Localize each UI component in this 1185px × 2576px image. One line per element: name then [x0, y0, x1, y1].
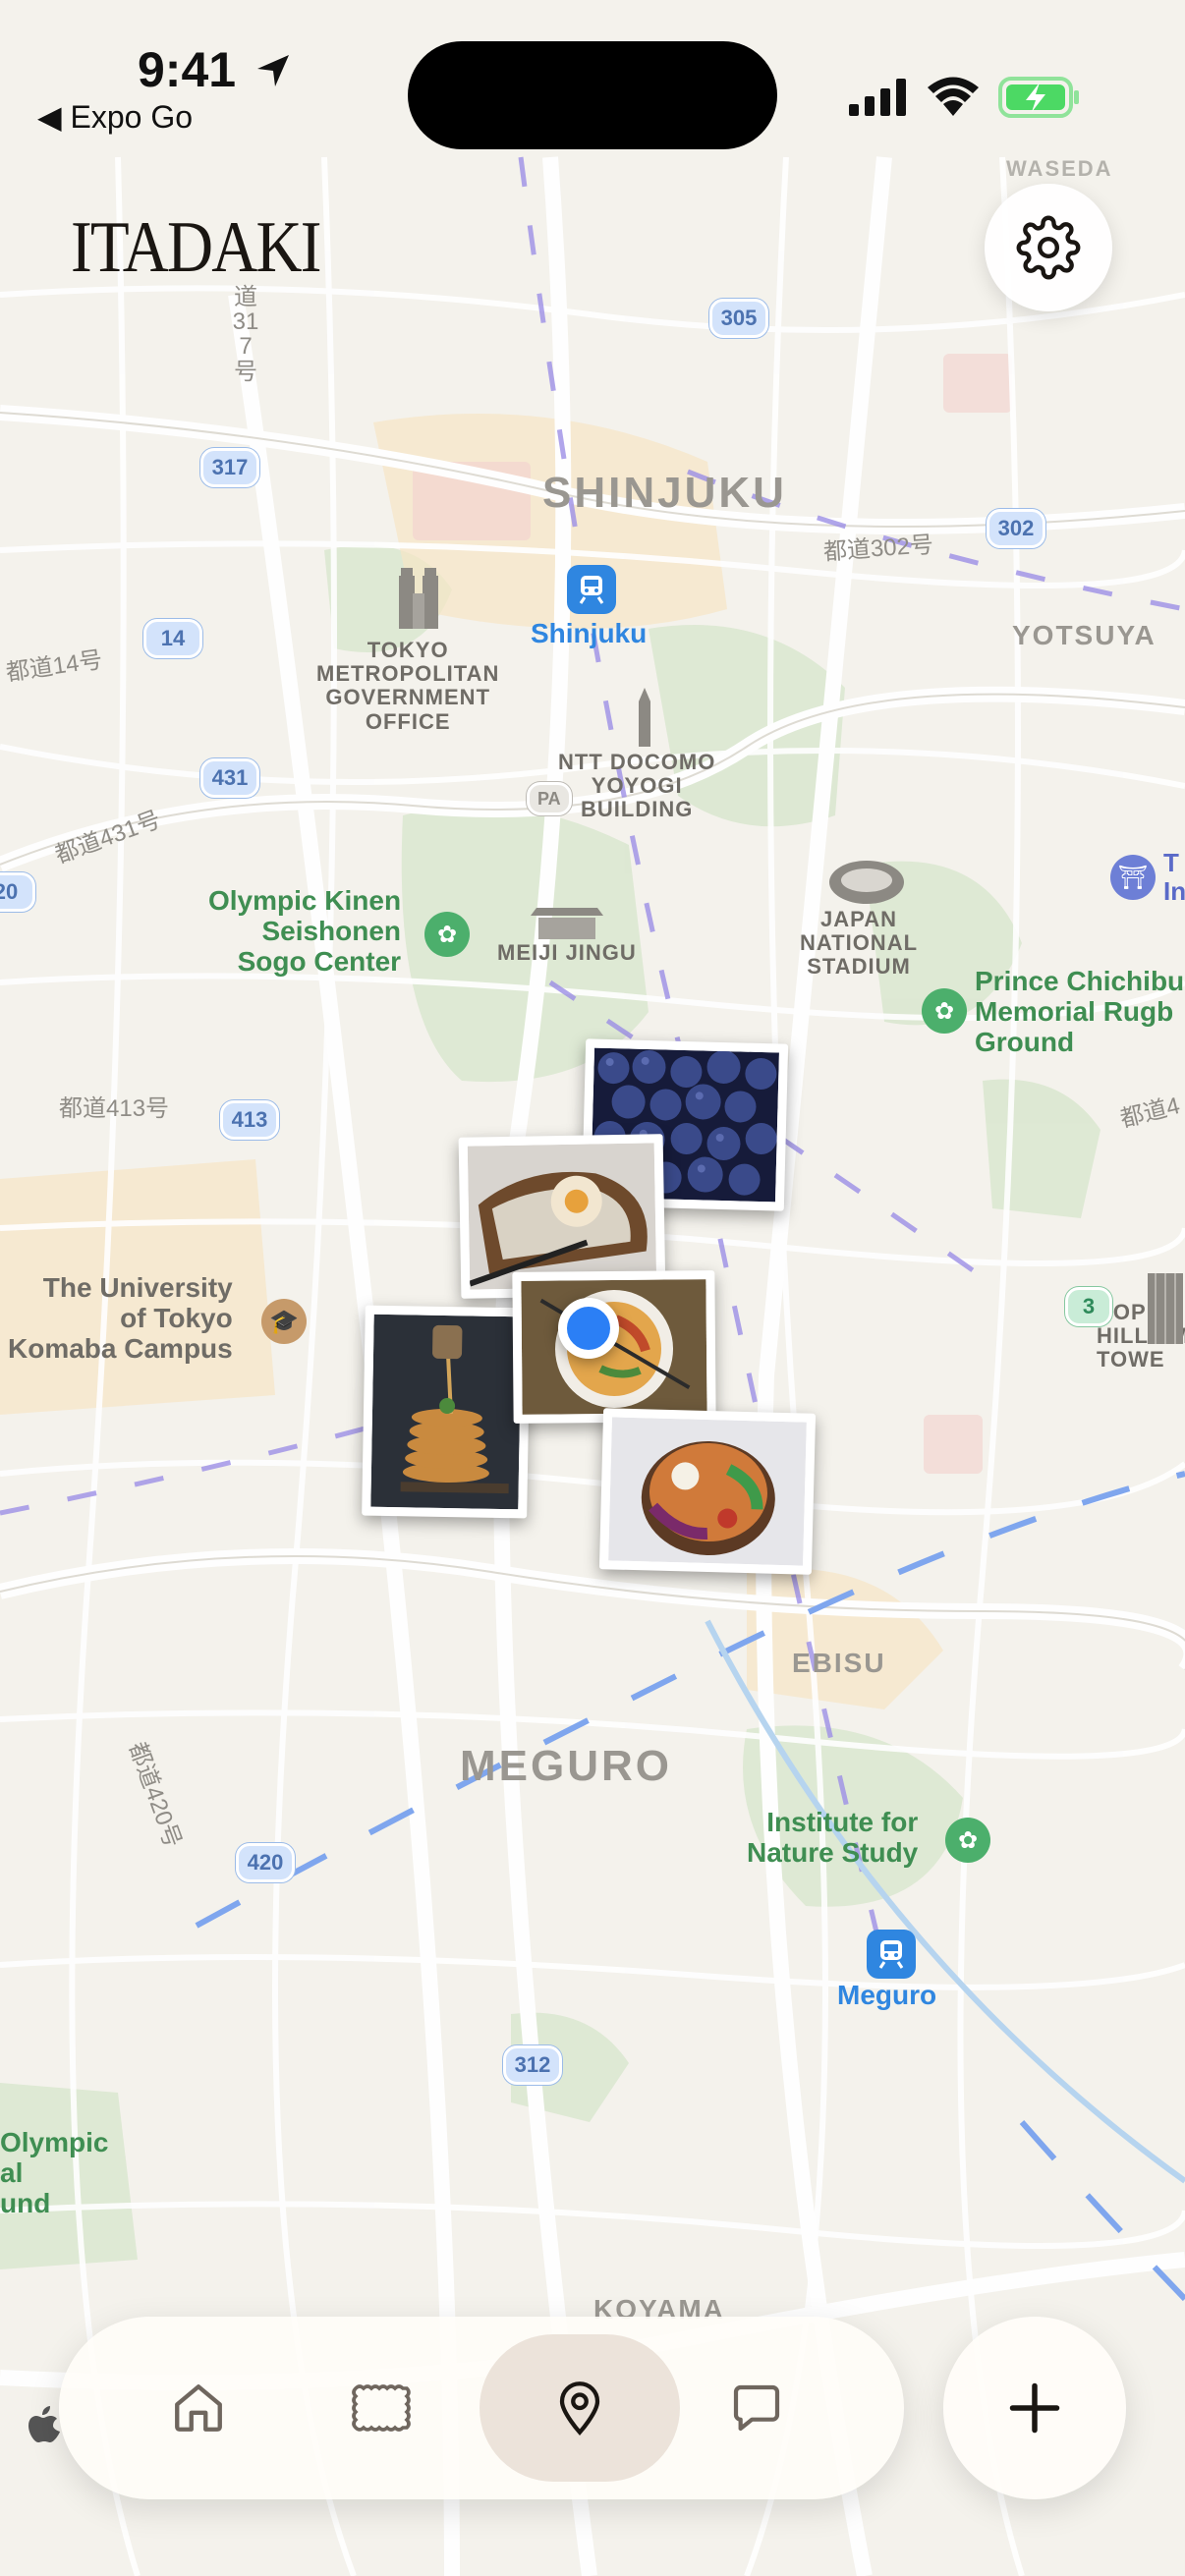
toast-image [467, 1143, 657, 1290]
status-bar: 9:41 ◀ Expo Go [0, 0, 1185, 157]
building-icon [1148, 1273, 1183, 1344]
map-pin-icon [559, 2381, 600, 2436]
wifi-icon [928, 77, 979, 116]
road-shield-317: 317 [200, 448, 259, 487]
cellular-signal-icon [849, 79, 906, 116]
park-tree-icon[interactable]: ✿ [945, 1818, 990, 1863]
status-time: 9:41 [138, 42, 237, 97]
photo-stamp-salad-bowl[interactable] [598, 1408, 817, 1575]
road-shield-302: 302 [987, 509, 1045, 548]
park-olympic-left[interactable]: Olympic al und [0, 2127, 108, 2218]
graduation-cap-icon[interactable]: 🎓 [261, 1299, 307, 1344]
road-shield-413: 413 [220, 1100, 279, 1140]
landmark-ntt-docomo-building: NTT DOCOMO YOYOGI BUILDING [558, 750, 716, 822]
road-shield-3: 3 [1065, 1287, 1112, 1326]
ramen-image [521, 1279, 707, 1415]
add-button[interactable] [943, 2317, 1126, 2499]
park-prince-chichibu[interactable]: Prince Chichibu Memorial Rugb Ground [975, 966, 1184, 1057]
district-shinjuku: SHINJUKU [542, 469, 787, 517]
district-ebisu: EBISU [792, 1648, 886, 1678]
pancakes-image [370, 1314, 522, 1510]
parking-badge: PA [527, 782, 572, 815]
tower-icon [639, 688, 650, 747]
landmark-japan-national-stadium: JAPAN NATIONAL STADIUM [800, 907, 919, 980]
current-location-dot [558, 1298, 619, 1359]
building-icon [399, 568, 438, 629]
landmark-tokyo-government-office: TOKYO METROPOLITAN GOVERNMENT OFFICE [316, 638, 500, 734]
tab-home[interactable] [98, 2334, 299, 2482]
settings-button[interactable] [985, 184, 1112, 311]
station-shinjuku-label[interactable]: Shinjuku [531, 618, 647, 649]
tab-map[interactable] [480, 2334, 680, 2482]
shrine-icon [531, 908, 603, 939]
place-icon[interactable]: ⛩ [1110, 855, 1156, 900]
road-shield-431: 431 [200, 758, 259, 798]
app-logo: ITADAKI [71, 207, 321, 288]
park-tree-icon[interactable]: ✿ [424, 912, 470, 957]
tab-stamps[interactable] [281, 2334, 481, 2482]
station-meguro-label[interactable]: Meguro [837, 1980, 936, 2011]
location-arrow-icon [257, 55, 289, 86]
photo-stamp-ramen[interactable] [512, 1270, 716, 1424]
back-to-expo-go[interactable]: ◀ Expo Go [37, 98, 193, 136]
apple-maps-logo-icon [28, 2406, 60, 2442]
district-yotsuya: YOTSUYA [1012, 620, 1157, 650]
road-317-label: 道317号 [232, 284, 259, 385]
dynamic-island [408, 41, 777, 149]
place-t-in[interactable]: T In [1163, 849, 1185, 905]
photo-stamp-pancakes[interactable] [362, 1305, 531, 1519]
park-institute-nature-study[interactable]: Institute for Nature Study [747, 1807, 918, 1869]
road-shield-20: 20 [0, 872, 35, 912]
tab-chat[interactable] [656, 2334, 857, 2482]
road-shield-305: 305 [709, 299, 768, 338]
district-waseda: WASEDA [1006, 156, 1113, 181]
stadium-icon [829, 861, 904, 904]
road-413-label: 都道413号 [59, 1095, 170, 1122]
plus-icon [1009, 2382, 1060, 2434]
home-icon [175, 2384, 222, 2432]
train-station-icon[interactable] [567, 565, 616, 614]
road-shield-420: 420 [236, 1843, 295, 1882]
park-tree-icon[interactable]: ✿ [922, 988, 967, 1034]
stamp-icon [352, 2384, 411, 2432]
road-shield-312: 312 [503, 2045, 562, 2085]
tab-bar [59, 2317, 904, 2499]
chat-bubble-icon [733, 2384, 780, 2432]
place-university-of-tokyo[interactable]: The University of Tokyo Komaba Campus [8, 1272, 233, 1364]
road-shield-14: 14 [143, 619, 202, 658]
battery-charging-icon [998, 77, 1079, 118]
park-olympic-kinen[interactable]: Olympic Kinen Seishonen Sogo Center [208, 885, 401, 977]
district-meguro: MEGURO [460, 1742, 672, 1790]
salad-bowl-image [608, 1417, 807, 1566]
gear-icon [1016, 215, 1081, 280]
train-station-icon[interactable] [867, 1930, 916, 1979]
landmark-meiji-jingu: MEIJI JINGU [497, 940, 637, 965]
